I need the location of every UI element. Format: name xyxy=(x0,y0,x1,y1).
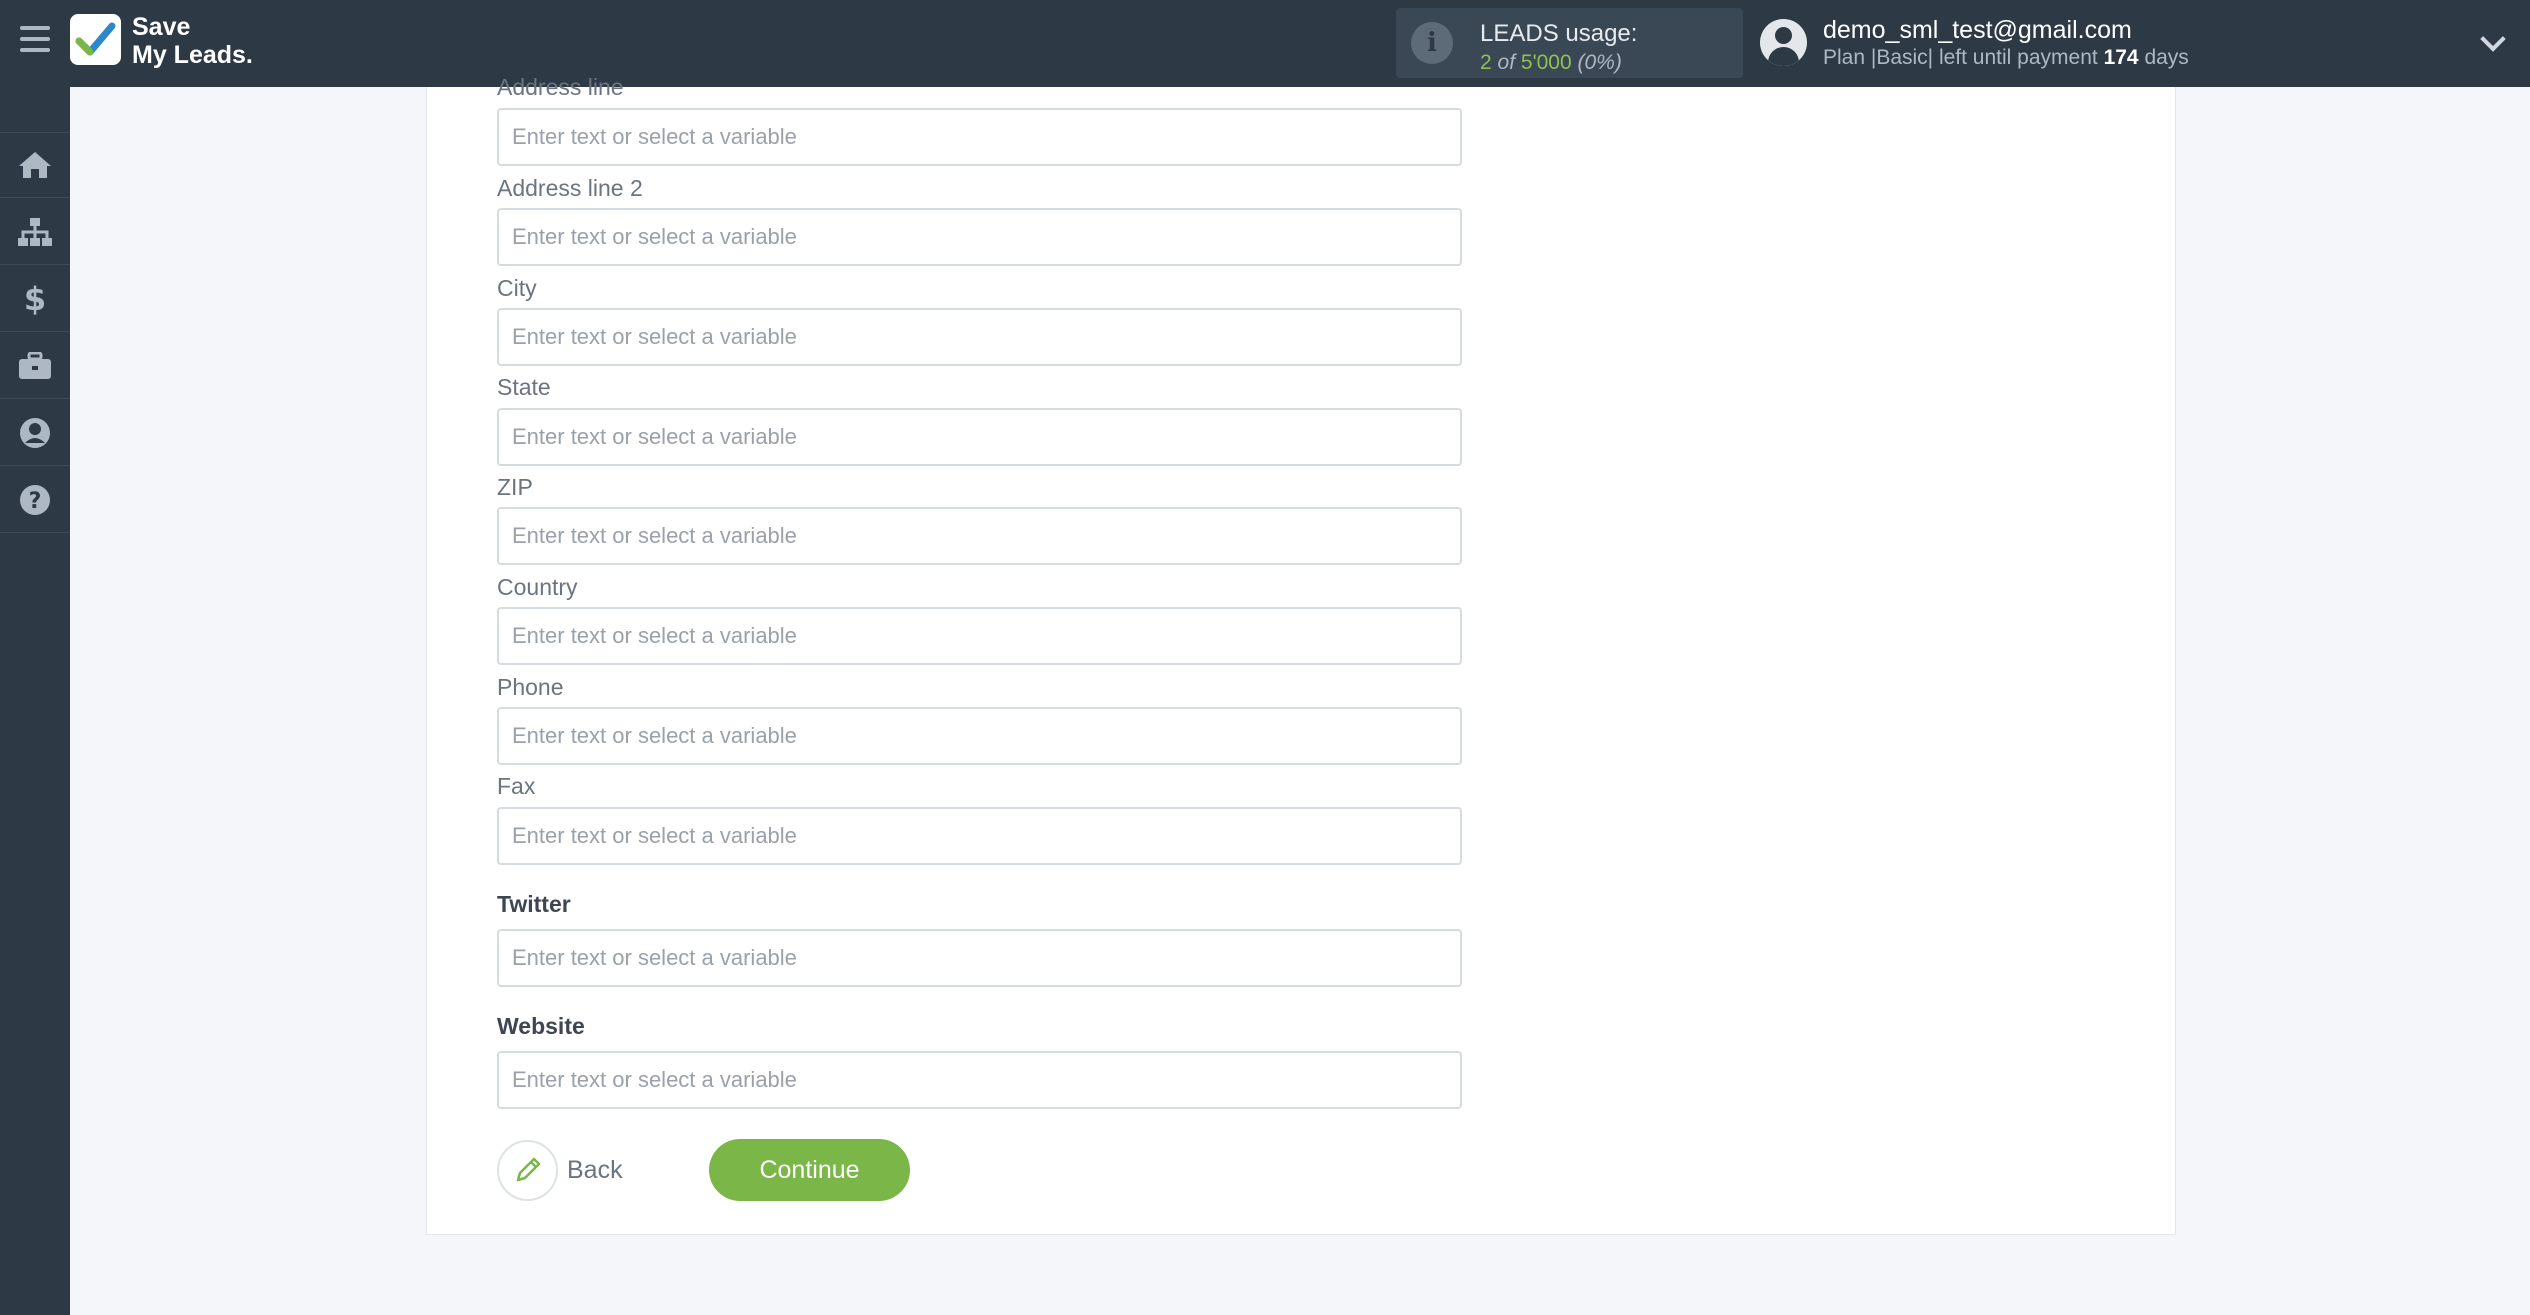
plan-text: Plan |Basic| left until payment xyxy=(1823,46,2098,69)
usage-of: of xyxy=(1497,51,1516,74)
fax-input[interactable] xyxy=(497,807,1462,865)
svg-text:?: ? xyxy=(29,489,42,514)
back-label[interactable]: Back xyxy=(567,1156,623,1185)
leads-usage-panel: i LEADS usage: 2 of 5'000 (0%) xyxy=(1396,8,1743,78)
label-country: Country xyxy=(497,574,578,600)
home-icon xyxy=(19,152,51,178)
main-content xyxy=(70,87,2530,1315)
logo-icon[interactable] xyxy=(70,14,121,65)
dollar-icon: $ xyxy=(24,282,46,316)
plan-days: 174 xyxy=(2103,46,2139,69)
label-address-line-2: Address line 2 xyxy=(497,175,643,201)
sidebar-item-help[interactable]: ? xyxy=(0,467,70,533)
phone-input[interactable] xyxy=(497,707,1462,765)
usage-title: LEADS usage: xyxy=(1480,20,1638,47)
logo-line-1: Save xyxy=(132,13,191,41)
sitemap-icon xyxy=(18,217,52,246)
plan-days-suffix: days xyxy=(2144,46,2189,69)
label-fax: Fax xyxy=(497,773,536,799)
sidebar-item-home[interactable] xyxy=(0,132,70,198)
usage-used: 2 xyxy=(1480,51,1492,74)
sidebar: $ ? xyxy=(0,87,70,1315)
usage-count: 2 of 5'000 (0%) xyxy=(1480,51,1622,75)
logo-text[interactable]: Save My Leads. xyxy=(132,13,253,69)
plan-info: Plan |Basic| left until payment 174 days xyxy=(1823,46,2189,70)
website-input[interactable] xyxy=(497,1051,1462,1109)
avatar[interactable] xyxy=(1760,19,1807,66)
info-icon[interactable]: i xyxy=(1411,22,1453,64)
usage-percent: (0%) xyxy=(1577,51,1622,74)
usage-limit: 5'000 xyxy=(1520,51,1572,74)
logo-line-2: My Leads. xyxy=(132,41,253,69)
sidebar-item-projects[interactable] xyxy=(0,333,70,399)
label-address-line: Address line xyxy=(497,74,624,100)
label-zip: ZIP xyxy=(497,474,533,500)
user-email[interactable]: demo_sml_test@gmail.com xyxy=(1823,16,2132,45)
label-phone: Phone xyxy=(497,674,564,700)
question-circle-icon: ? xyxy=(20,484,50,515)
continue-button[interactable]: Continue xyxy=(709,1139,910,1201)
back-button[interactable] xyxy=(497,1140,558,1201)
label-website: Website xyxy=(497,1013,585,1039)
city-input[interactable] xyxy=(497,308,1462,366)
label-city: City xyxy=(497,275,537,301)
twitter-input[interactable] xyxy=(497,929,1462,987)
sidebar-item-connections[interactable] xyxy=(0,199,70,265)
user-circle-icon xyxy=(20,417,50,448)
label-twitter: Twitter xyxy=(497,891,571,917)
chevron-down-icon[interactable] xyxy=(2480,26,2506,52)
country-input[interactable] xyxy=(497,607,1462,665)
address-line-2-input[interactable] xyxy=(497,208,1462,266)
state-input[interactable] xyxy=(497,408,1462,466)
top-bar: Save My Leads. i LEADS usage: 2 of 5'000… xyxy=(0,0,2530,87)
briefcase-icon xyxy=(19,351,51,379)
pencil-icon xyxy=(516,1157,541,1182)
zip-input[interactable] xyxy=(497,507,1462,565)
label-state: State xyxy=(497,374,551,400)
svg-text:$: $ xyxy=(24,282,46,316)
menu-icon[interactable] xyxy=(20,26,50,56)
sidebar-item-billing[interactable]: $ xyxy=(0,266,70,332)
sidebar-item-profile[interactable] xyxy=(0,400,70,466)
address-line-input[interactable] xyxy=(497,108,1462,166)
